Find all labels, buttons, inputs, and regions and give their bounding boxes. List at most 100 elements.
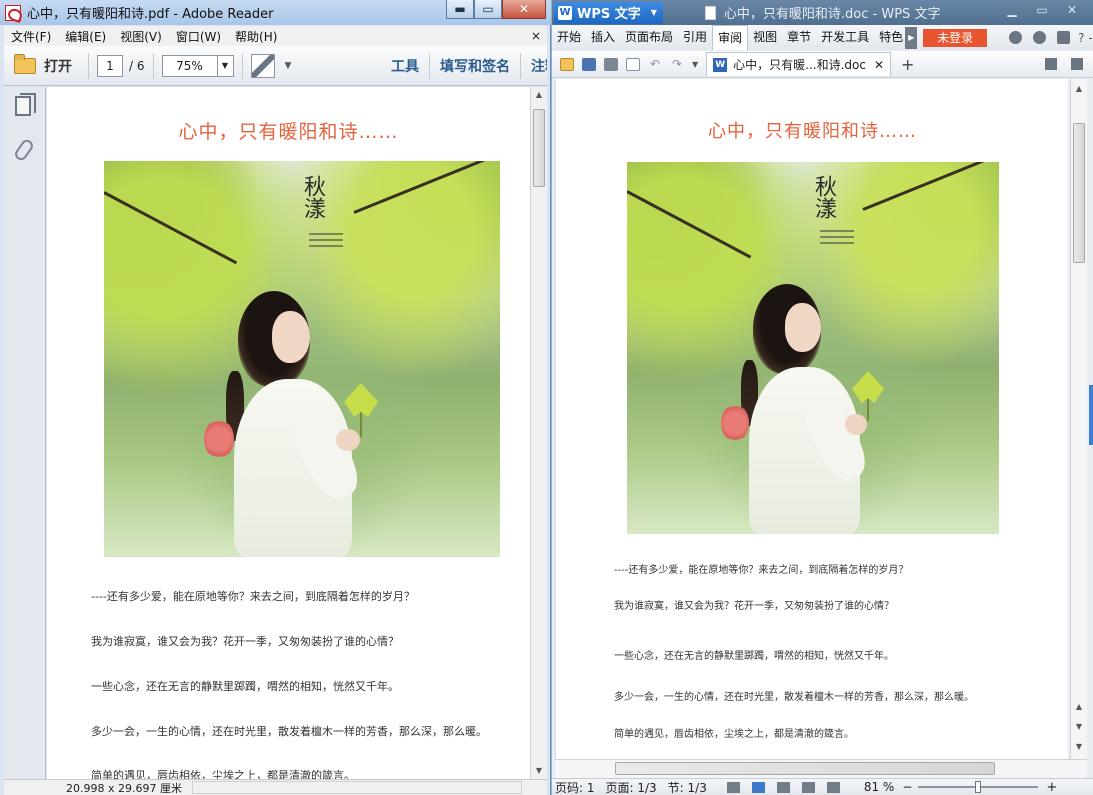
page-total: / 6 (129, 58, 145, 73)
pdf-document-view[interactable]: 心中，只有暖阳和诗…… 秋漾 ----还有多少爱，能在原地等你？来去之间，到底隔… (47, 87, 530, 779)
open-folder-icon[interactable] (560, 57, 574, 71)
status-pages[interactable]: 页面: 1/3 (606, 779, 657, 795)
wps-brand-label: WPS 文字 (577, 7, 641, 22)
reader-title-bar[interactable]: 心中，只有暖阳和诗.pdf - Adobe Reader ▬ ▭ ✕ (0, 0, 551, 25)
paragraph: 一些心念，还在无言的静默里踯躅，喟然的相知，恍然又千年。 (91, 680, 399, 693)
wps-logo-icon: W (558, 5, 572, 20)
attachments-icon[interactable] (12, 137, 36, 163)
page-size: 20.998 x 29.697 厘米 (66, 781, 182, 795)
ribbon-more-icon[interactable]: ▶ (905, 26, 918, 49)
menu-edit[interactable]: 编辑(E) (58, 28, 113, 45)
word-doc-icon: W (713, 57, 728, 72)
menu-window[interactable]: 窗口(W) (169, 28, 228, 45)
zoom-slider[interactable] (918, 781, 1039, 793)
tab-developer[interactable]: 开发工具 (816, 25, 874, 50)
tab-page-layout[interactable]: 页面布局 (620, 25, 678, 50)
document-photo: 秋漾 (104, 161, 500, 557)
undo-icon[interactable]: ↶ (648, 57, 662, 71)
zoom-slider-handle[interactable] (975, 781, 982, 793)
outline-view-icon[interactable] (776, 781, 790, 793)
wps-minimize-button[interactable]: ▁ (997, 3, 1027, 17)
redo-icon[interactable]: ↷ (670, 57, 684, 71)
scrollbar-thumb[interactable] (1073, 123, 1085, 263)
reader-close-button[interactable]: ✕ (502, 0, 546, 19)
paragraph: 简单的遇见，唇齿相依，尘埃之上，都是清澈的箴言。 (614, 729, 854, 740)
folder-open-icon[interactable] (14, 53, 36, 74)
chevron-down-icon[interactable]: ▼ (216, 55, 233, 76)
scroll-up-icon[interactable]: ▲ (1071, 81, 1087, 97)
close-tab-icon[interactable]: ✕ (874, 58, 884, 72)
wps-app-menu-button[interactable]: W WPS 文字 ▼ (554, 1, 663, 24)
open-button[interactable]: 打开 (44, 56, 72, 76)
reader-minimize-button[interactable]: ▬ (446, 0, 474, 19)
scrollbar-thumb[interactable] (615, 762, 995, 775)
tab-home[interactable]: 开始 (552, 25, 586, 50)
fullscreen-view-icon[interactable] (726, 781, 740, 793)
reader-horizontal-scrollbar[interactable] (191, 781, 522, 794)
fill-sign-button[interactable]: 填写和签名 (430, 56, 520, 76)
document-icon (704, 5, 716, 20)
wps-document-page[interactable]: 心中，只有暖阳和诗…… 秋漾 ----还有多少爱，能在原地等你？来去之间，到底隔… (555, 79, 1068, 759)
status-page-number[interactable]: 页码: 1 (555, 779, 595, 795)
wps-close-button[interactable]: ✕ (1057, 3, 1087, 17)
page-thumbnails-icon[interactable] (15, 93, 36, 116)
scroll-down-icon[interactable]: ▼ (1071, 719, 1087, 735)
tab-insert[interactable]: 插入 (586, 25, 620, 50)
reading-mode-icon[interactable] (826, 781, 840, 793)
scroll-up-icon[interactable]: ▲ (531, 87, 547, 103)
collapse-ribbon-icon[interactable] (1071, 58, 1083, 70)
scroll-up-icon[interactable]: ▲ (1071, 699, 1087, 715)
zoom-out-button[interactable]: − (902, 780, 912, 794)
wps-horizontal-scrollbar[interactable] (555, 759, 1087, 778)
document-tab[interactable]: W 心中，只有暖...和诗.doc ✕ (706, 52, 892, 76)
skin-icon[interactable] (1057, 31, 1071, 44)
zoom-in-button[interactable]: + (1046, 780, 1057, 795)
menu-view[interactable]: 视图(V) (113, 28, 169, 45)
save-icon[interactable] (582, 57, 596, 71)
print-icon[interactable] (604, 57, 618, 71)
sync-icon[interactable] (1009, 31, 1023, 44)
document-close-icon[interactable]: × (531, 29, 541, 43)
zoom-percentage[interactable]: 81 % (864, 780, 895, 794)
tab-view[interactable]: 视图 (748, 25, 782, 50)
document-photo: 秋漾 (627, 162, 999, 534)
toolbar-divider (241, 52, 243, 79)
scroll-down-icon[interactable]: ▼ (531, 763, 547, 779)
wps-status-bar: 页码: 1 页面: 1/3 节: 1/3 81 % − + (552, 778, 1093, 795)
new-tab-button[interactable]: + (901, 55, 914, 74)
chevron-down-icon[interactable]: ▼ (692, 60, 698, 69)
help-button[interactable]: ? - (1078, 31, 1093, 45)
wps-vertical-scrollbar[interactable]: ▲ ▲ ▼ ▼ (1070, 79, 1087, 759)
paragraph: 简单的遇见，唇齿相依，尘埃之上，都是清澈的箴言。 (91, 769, 355, 779)
side-panel-toggle[interactable] (1089, 385, 1093, 445)
menu-file[interactable]: 文件(F) (4, 28, 58, 45)
tab-sections[interactable]: 章节 (782, 25, 816, 50)
menu-help[interactable]: 帮助(H) (228, 28, 284, 45)
scrollbar-thumb[interactable] (533, 109, 545, 187)
zoom-value: 75% (176, 58, 203, 73)
wps-title-bar[interactable]: W WPS 文字 ▼ 心中，只有暖阳和诗.doc - WPS 文字 ▁ ▭ ✕ (552, 0, 1093, 25)
status-section[interactable]: 节: 1/3 (668, 779, 707, 795)
tab-references[interactable]: 引用 (678, 25, 712, 50)
zoom-select[interactable]: 75% ▼ (161, 54, 234, 77)
reader-maximize-button[interactable]: ▭ (474, 0, 502, 19)
comment-button[interactable]: 注释 (521, 56, 547, 76)
tools-button[interactable]: 工具 (381, 56, 429, 76)
next-page-icon[interactable]: ▼ (1071, 739, 1087, 755)
print-preview-icon[interactable] (626, 57, 640, 71)
paragraph: 一些心念，还在无言的静默里踯躅，喟然的相知，恍然又千年。 (614, 651, 894, 662)
wps-quick-access-toolbar: ↶ ↷ ▼ W 心中，只有暖...和诗.doc ✕ + (552, 51, 1093, 78)
photo-caption-lines (309, 229, 343, 251)
chevron-down-icon[interactable]: ▼ (285, 61, 292, 71)
tab-features[interactable]: 特色 (874, 25, 905, 50)
reader-vertical-scrollbar[interactable]: ▲ ▼ (530, 87, 547, 779)
window-mode-icon[interactable] (1045, 58, 1057, 70)
page-number-input[interactable]: 1 (97, 54, 123, 77)
web-view-icon[interactable] (801, 781, 815, 793)
fullscreen-icon[interactable] (250, 53, 275, 78)
refresh-icon[interactable] (1033, 31, 1047, 44)
wps-maximize-button[interactable]: ▭ (1027, 3, 1057, 17)
page-view-icon[interactable] (751, 781, 765, 793)
tab-review[interactable]: 审阅 (712, 25, 749, 50)
login-button[interactable]: 未登录 (923, 28, 988, 47)
